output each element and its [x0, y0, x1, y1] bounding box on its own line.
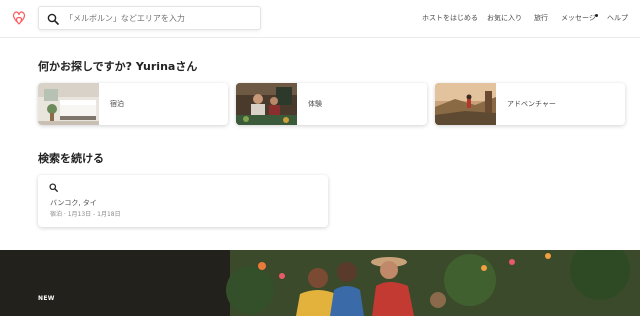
- card-label-stays: 宿泊: [110, 100, 124, 108]
- recent-search-place: バンコク, タイ: [50, 199, 97, 207]
- hero-photo-icon: [0, 250, 640, 316]
- category-card-experiences[interactable]: 体験: [236, 83, 427, 125]
- airbnb-logo-icon[interactable]: [11, 9, 27, 27]
- top-header: 「メルボルン」などエリアを入力 ホストをはじめる お気に入り 旅行 メッセージ …: [0, 0, 640, 38]
- search-bar[interactable]: 「メルボルン」などエリアを入力: [38, 6, 261, 30]
- unread-dot-icon: [595, 14, 598, 17]
- recent-search-dates: 宿泊 · 1月13日 - 1月18日: [50, 211, 121, 218]
- search-icon: [47, 13, 59, 25]
- category-card-adventures[interactable]: アドベンチャー: [435, 83, 625, 125]
- explore-title: 何かお探しですか? Yurinaさん: [38, 60, 198, 73]
- continue-search-title: 検索を続ける: [38, 152, 104, 165]
- hiking-photo-icon: [435, 83, 496, 125]
- nav-saved[interactable]: お気に入り: [487, 13, 522, 23]
- room-photo-icon: [38, 83, 99, 125]
- new-badge: NEW: [38, 295, 55, 302]
- cooking-photo-icon: [236, 83, 297, 125]
- card-label-adventures: アドベンチャー: [507, 100, 556, 108]
- category-card-stays[interactable]: 宿泊: [38, 83, 228, 125]
- nav-trips[interactable]: 旅行: [534, 13, 548, 23]
- search-input[interactable]: 「メルボルン」などエリアを入力: [65, 12, 185, 26]
- search-icon: [49, 183, 58, 192]
- hero-banner[interactable]: NEW: [0, 250, 640, 316]
- nav-help[interactable]: ヘルプ: [607, 13, 628, 23]
- nav-messages[interactable]: メッセージ: [561, 13, 596, 23]
- nav-become-host[interactable]: ホストをはじめる: [422, 13, 478, 23]
- card-label-experiences: 体験: [308, 100, 322, 108]
- recent-search-card[interactable]: バンコク, タイ 宿泊 · 1月13日 - 1月18日: [38, 175, 328, 227]
